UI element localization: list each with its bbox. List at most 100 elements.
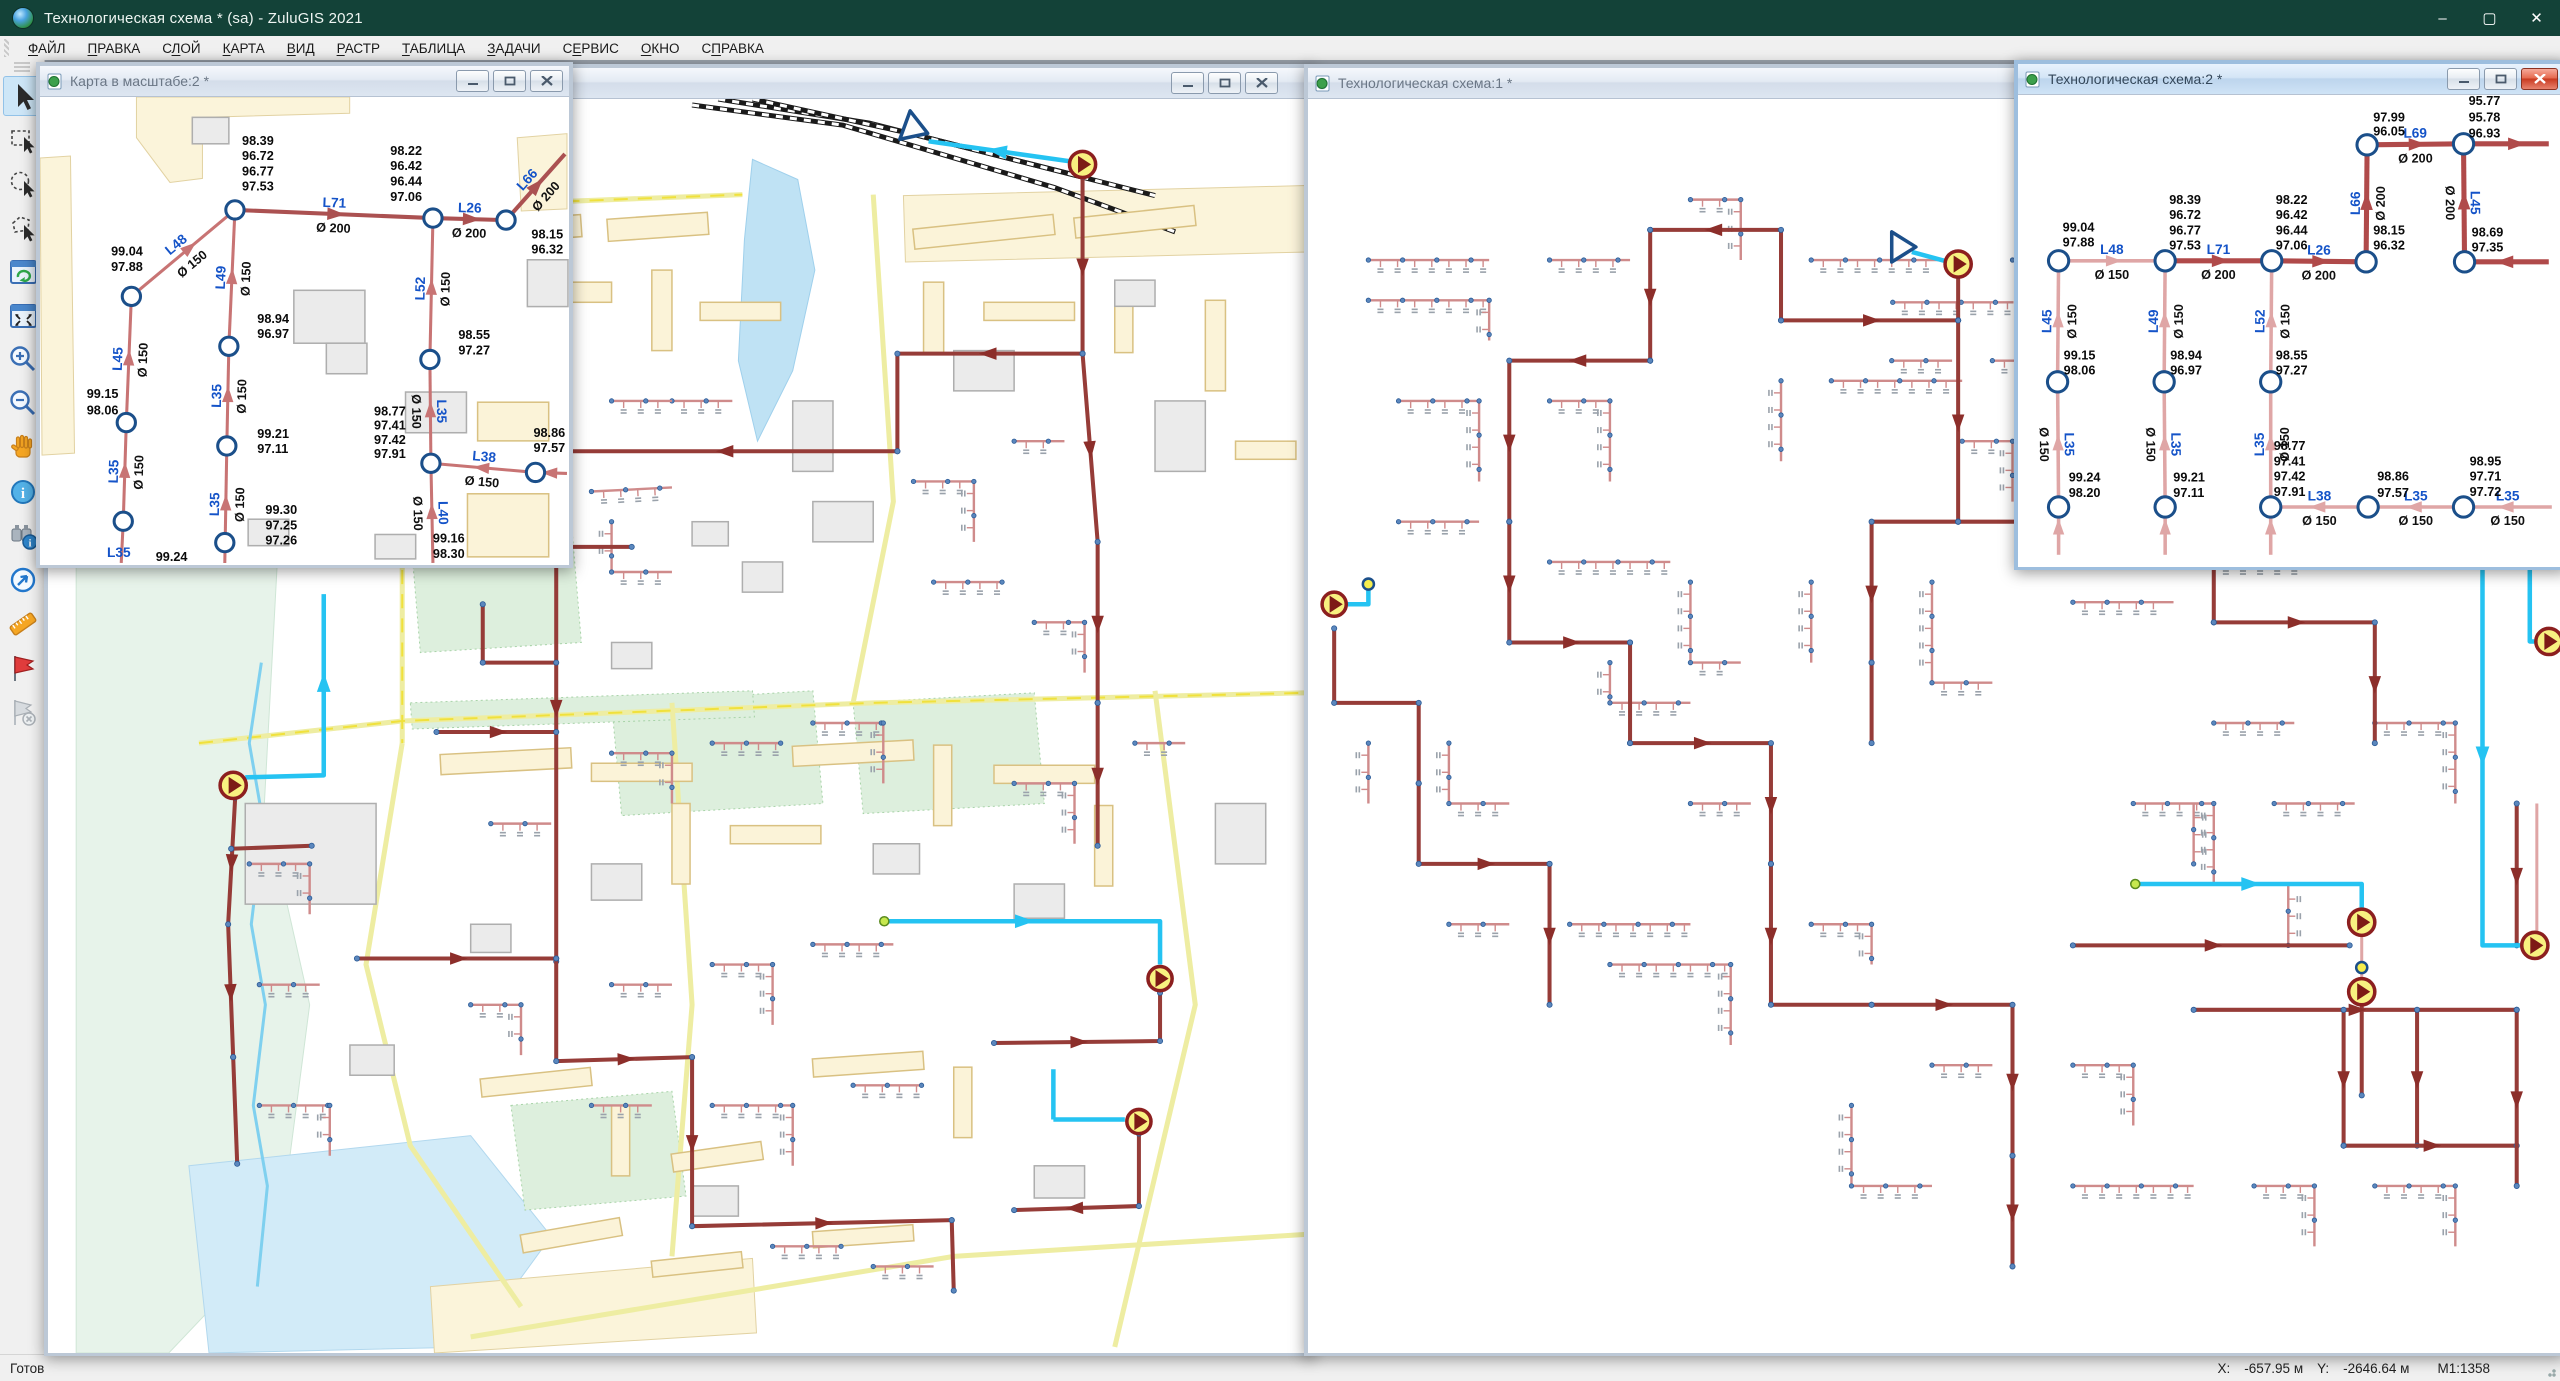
window-map2[interactable]: Карта в масштабе:2 * L48Ø 150L71Ø 200L26… [36, 62, 573, 568]
network-node[interactable] [216, 533, 234, 551]
pipe-label: L66 [2348, 191, 2363, 215]
pipe-diameter-label: Ø 150 [131, 455, 146, 490]
measure-tool-icon[interactable] [3, 604, 43, 644]
maximize-icon[interactable] [2484, 68, 2517, 90]
node-dot [1447, 801, 1451, 805]
pump-icon[interactable] [2522, 932, 2548, 958]
node-dot [1487, 298, 1491, 302]
node-dot [1046, 439, 1050, 443]
flag-tool-icon[interactable] [3, 648, 43, 688]
schema2-canvas[interactable]: L48Ø 150L71Ø 200L26Ø 200L66Ø 200L69Ø 200… [2018, 95, 2560, 567]
node-dot [1435, 258, 1439, 262]
close-icon[interactable] [1245, 72, 1278, 94]
network-node[interactable] [497, 211, 515, 229]
road [853, 195, 893, 703]
menu-item-5[interactable]: РАСТР [326, 38, 391, 59]
node-dot [1435, 298, 1439, 302]
resize-grip[interactable] [2544, 1365, 2556, 1377]
menu-item-4[interactable]: ВИД [276, 38, 326, 59]
node-dot [670, 751, 674, 755]
valve-dot[interactable] [1363, 579, 1374, 590]
node-dot [235, 1161, 240, 1166]
menu-item-7[interactable]: ЗАДАЧИ [476, 38, 551, 59]
network-node[interactable] [2454, 252, 2474, 272]
network-node[interactable] [2453, 497, 2473, 517]
network-node[interactable] [421, 350, 439, 368]
menu-item-2[interactable]: СЛОЙ [151, 38, 211, 59]
node-values-label: 96.97 [2170, 364, 2202, 378]
minimize-icon[interactable]: – [2419, 0, 2466, 36]
window-schema2-titlebar[interactable]: Технологическая схема:2 * [2018, 64, 2560, 95]
menu-item-0[interactable]: ФАЙЛ [17, 38, 77, 59]
network-node[interactable] [220, 337, 238, 355]
window-schema2[interactable]: Технологическая схема:2 * L48Ø 150L71Ø 2… [2014, 60, 2560, 570]
menu-item-6[interactable]: ТАБЛИЦА [391, 38, 476, 59]
network-node[interactable] [218, 437, 236, 455]
network-node[interactable] [422, 454, 440, 472]
menu-item-8[interactable]: СЕРВИС [552, 38, 630, 59]
menu-grip[interactable] [4, 39, 9, 57]
pump-icon[interactable] [1945, 251, 1971, 277]
pump-icon[interactable] [2349, 979, 2375, 1005]
valve-dot[interactable] [880, 917, 889, 926]
network-node[interactable] [2356, 252, 2376, 272]
node-values-label: 96.42 [390, 159, 422, 173]
network-node[interactable] [2155, 251, 2175, 271]
minimize-icon[interactable] [456, 70, 489, 92]
pump-icon[interactable] [1127, 1109, 1151, 1133]
network-node[interactable] [226, 201, 244, 219]
node-dot [1416, 861, 1421, 866]
node-dot [2441, 721, 2445, 725]
window-map2-titlebar[interactable]: Карта в масштабе:2 * [40, 66, 569, 97]
node-values-label: 97.26 [265, 534, 297, 548]
pipe-diameter-label: Ø 200 [316, 221, 351, 236]
network-node[interactable] [2358, 497, 2378, 517]
menu-item-9[interactable]: ОКНО [630, 38, 691, 59]
node-dot [1095, 843, 1100, 848]
node-values-label: 97.25 [265, 518, 297, 532]
minimize-icon[interactable] [2447, 68, 2480, 90]
flow-arrow [1863, 314, 1881, 326]
pump-icon[interactable] [2349, 909, 2375, 935]
network-node[interactable] [2261, 497, 2281, 517]
network-node[interactable] [2262, 251, 2282, 271]
minimize-icon[interactable] [1171, 72, 1204, 94]
maximize-icon[interactable]: ▢ [2466, 0, 2513, 36]
status-x-value: -657.95 м [2244, 1361, 2303, 1376]
source-icon[interactable] [1892, 232, 1916, 262]
valve-dot[interactable] [2131, 879, 2140, 888]
maximize-icon[interactable] [1208, 72, 1241, 94]
node-dot [1849, 1137, 1853, 1141]
menu-item-1[interactable]: ПРАВКА [77, 38, 152, 59]
node-dot [328, 1103, 332, 1107]
close-icon[interactable]: ✕ [2513, 0, 2560, 36]
network-node[interactable] [2155, 497, 2175, 517]
network-node[interactable] [114, 512, 132, 530]
maximize-icon[interactable] [493, 70, 526, 92]
valve-dot[interactable] [2356, 962, 2367, 973]
app-title: Технологическая схема * (sa) - ZuluGIS 2… [44, 10, 363, 27]
network-node[interactable] [526, 463, 544, 481]
node-dot [2441, 1184, 2445, 1188]
pump-icon[interactable] [220, 772, 246, 798]
node-dot [744, 741, 748, 745]
pump-icon[interactable] [1069, 151, 1095, 177]
pump-icon[interactable] [1322, 592, 1346, 616]
flow-arrow [1644, 289, 1656, 307]
menu-item-10[interactable]: СПРАВКА [690, 38, 774, 59]
network-node[interactable] [122, 287, 140, 305]
network-node[interactable] [2048, 251, 2068, 271]
network-node[interactable] [117, 413, 135, 431]
close-icon[interactable] [2521, 68, 2558, 90]
node-dot [670, 785, 674, 789]
network-node[interactable] [2048, 497, 2068, 517]
flag-off-tool-icon[interactable] [3, 692, 43, 732]
network-node[interactable] [424, 209, 442, 227]
close-icon[interactable] [530, 70, 563, 92]
menu-item-3[interactable]: КАРТА [212, 38, 276, 59]
map2-canvas[interactable]: L48Ø 150L71Ø 200L26Ø 200L66Ø 200L49Ø 150… [40, 97, 569, 565]
pump-icon[interactable] [1148, 967, 1172, 991]
pump-icon[interactable] [2536, 628, 2560, 654]
toolbar-grip[interactable] [14, 62, 30, 72]
app-titlebar[interactable]: Технологическая схема * (sa) - ZuluGIS 2… [0, 0, 2560, 36]
